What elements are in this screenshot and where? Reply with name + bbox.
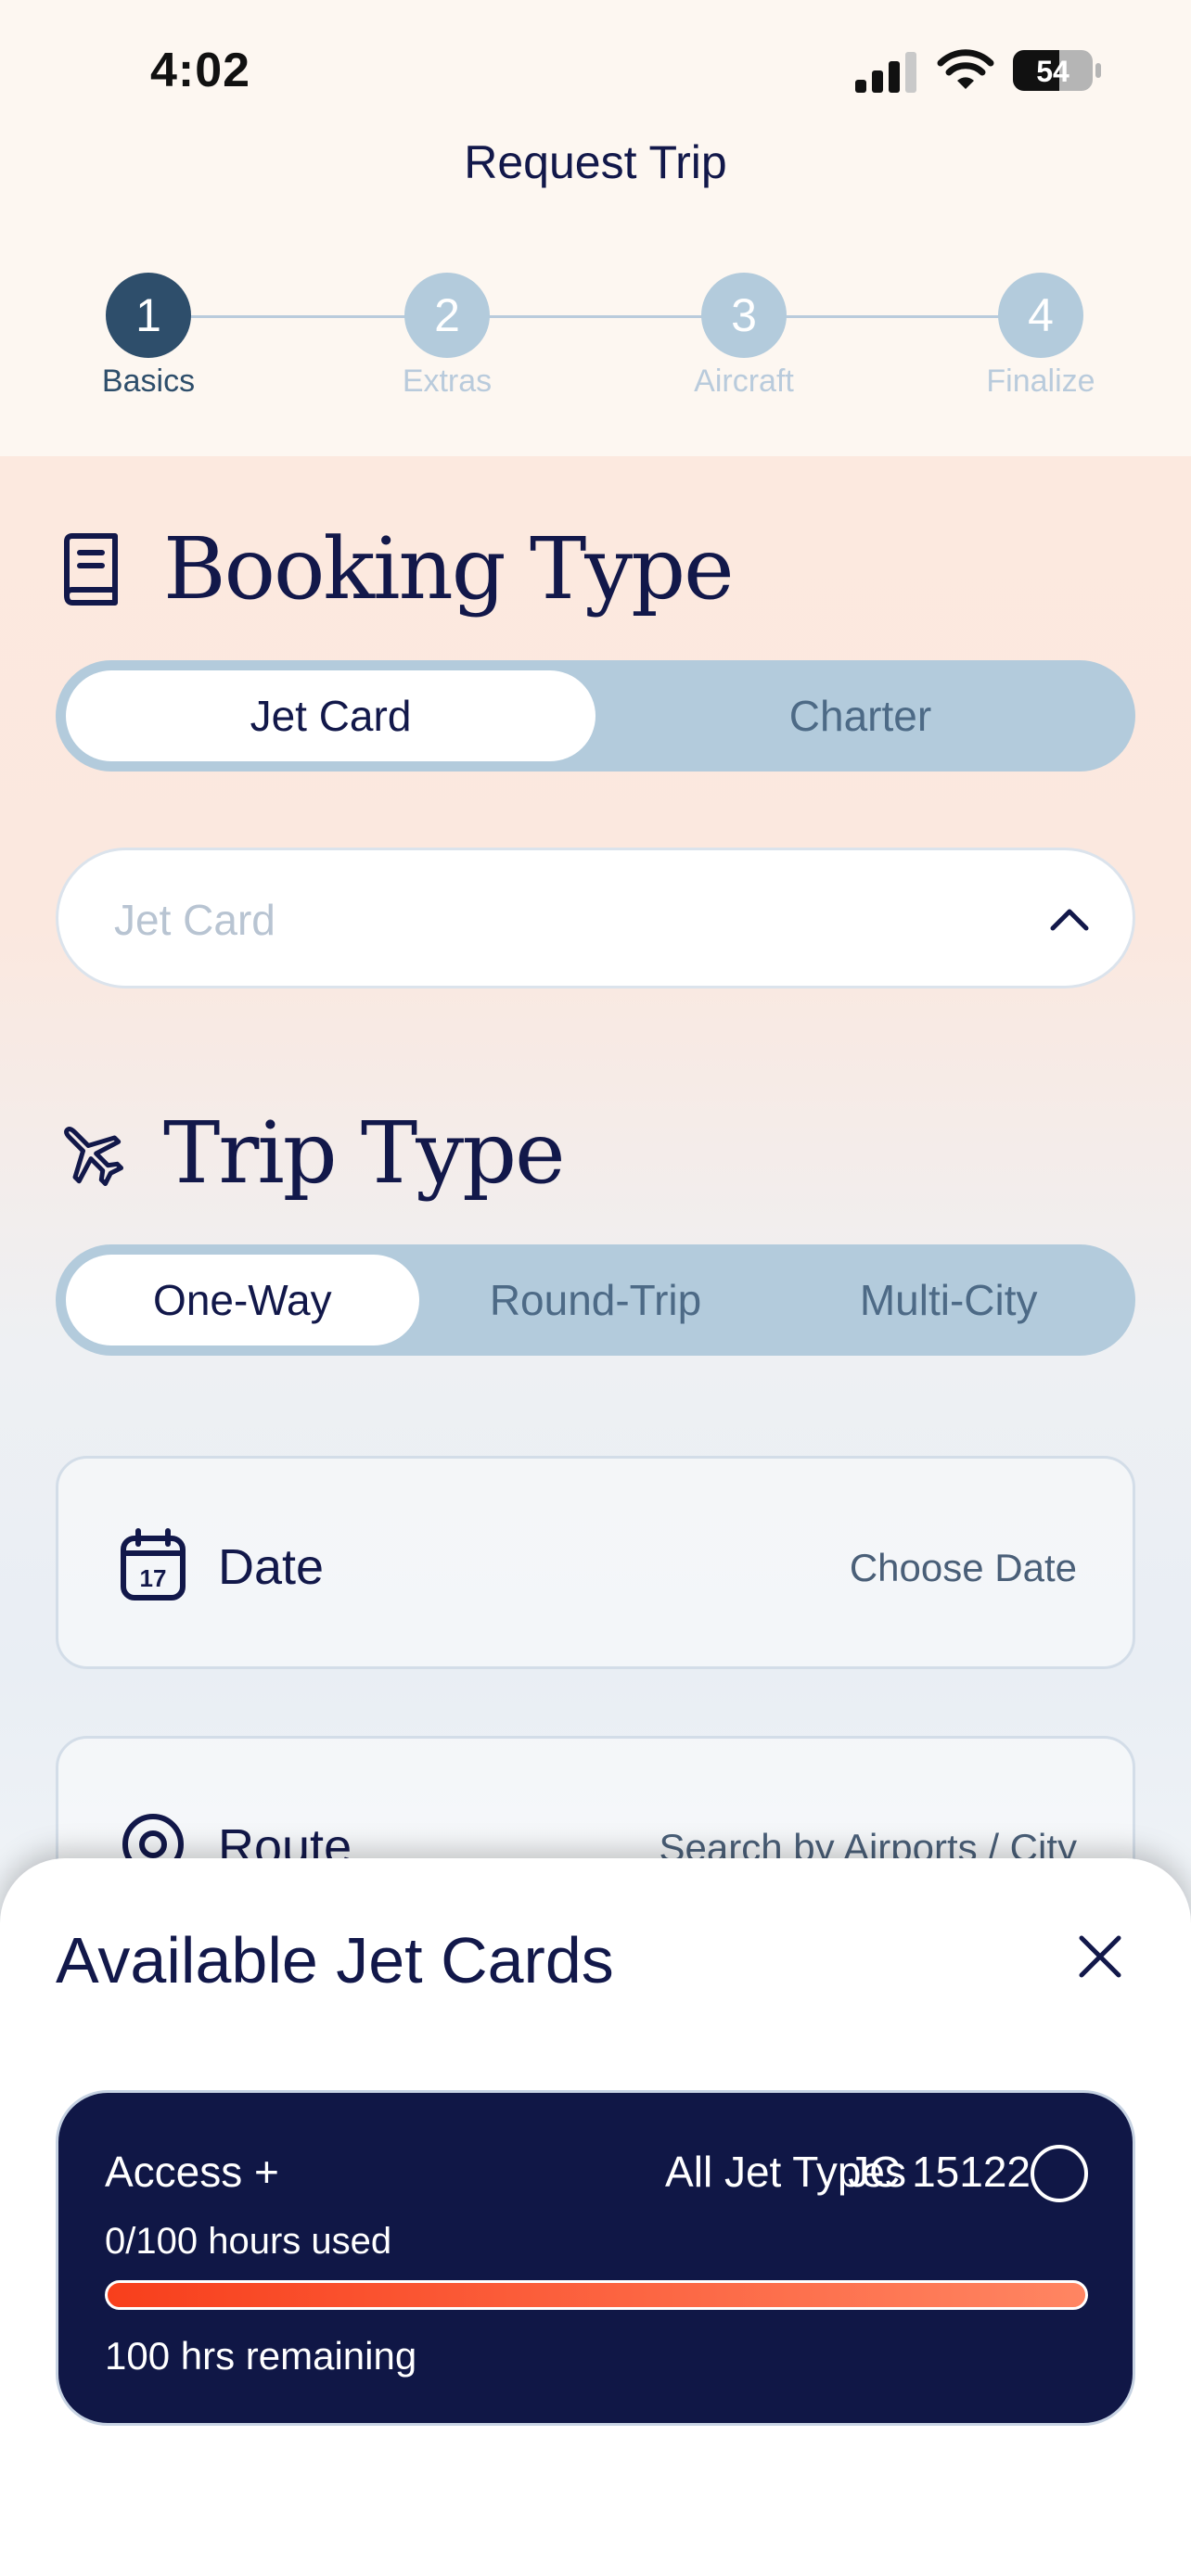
- section-title: Booking Type: [163, 519, 735, 618]
- step-label: Finalize: [986, 363, 1095, 399]
- jet-cards-sheet: Available Jet Cards Access + All Jet Typ…: [0, 1858, 1191, 2576]
- step-aircraft[interactable]: 3 Aircraft: [660, 273, 827, 400]
- segment-charter[interactable]: Charter: [596, 670, 1125, 761]
- jet-card-name: Access +: [105, 2148, 279, 2196]
- select-placeholder: Jet Card: [114, 896, 275, 944]
- trip-type-heading: Trip Type: [58, 1103, 566, 1203]
- close-icon[interactable]: [1072, 1929, 1128, 1984]
- booking-type-toggle: Jet Card Charter: [56, 660, 1135, 772]
- step-finalize[interactable]: 4 Finalize: [957, 273, 1124, 400]
- trip-type-toggle: One-Way Round-Trip Multi-City: [56, 1244, 1135, 1356]
- segment-multi-city[interactable]: Multi-City: [772, 1255, 1125, 1345]
- chevron-up-icon: [1050, 909, 1089, 931]
- step-number: 3: [701, 273, 787, 358]
- step-number: 2: [404, 273, 490, 358]
- wifi-icon: [937, 49, 994, 89]
- segment-jet-card[interactable]: Jet Card: [66, 670, 596, 761]
- hours-remaining: 100 hrs remaining: [105, 2334, 417, 2378]
- jet-card-item[interactable]: Access + All Jet Types JC 15122 0/100 ho…: [56, 2090, 1135, 2426]
- airplane-icon: [64, 1126, 124, 1186]
- status-time: 4:02: [150, 44, 251, 97]
- step-number: 4: [998, 273, 1083, 358]
- hours-progress-bar: [105, 2280, 1088, 2310]
- progress-stepper: 1 Basics 2 Extras 3 Aircraft 4 Finalize: [0, 269, 1191, 417]
- calendar-icon: 17: [121, 1528, 186, 1600]
- jet-card-select[interactable]: Jet Card: [56, 848, 1135, 988]
- step-label: Basics: [101, 363, 196, 399]
- jet-card-id: JC 15122: [848, 2148, 1031, 2196]
- step-label: Aircraft: [694, 363, 794, 399]
- svg-text:17: 17: [140, 1564, 167, 1592]
- step-number: 1: [106, 273, 191, 358]
- battery-icon: 54: [1013, 50, 1101, 91]
- step-basics[interactable]: 1 Basics: [65, 273, 232, 400]
- date-label: Date: [218, 1539, 325, 1595]
- step-label: Extras: [402, 363, 493, 399]
- sheet-title: Available Jet Cards: [56, 1924, 614, 1996]
- screen: 4:02 54 Request Trip 1 Basics 2 Extras 3…: [0, 0, 1191, 2576]
- segment-round-trip[interactable]: Round-Trip: [419, 1255, 773, 1345]
- hours-used: 0/100 hours used: [105, 2221, 392, 2262]
- date-value: Choose Date: [849, 1546, 1077, 1589]
- jet-card-radio[interactable]: [1031, 2145, 1088, 2202]
- cellular-signal-icon: [855, 52, 916, 93]
- book-icon: [64, 532, 118, 606]
- status-bar: 4:02 54: [0, 0, 1191, 139]
- booking-type-heading: Booking Type: [58, 519, 735, 618]
- page-title: Request Trip: [464, 136, 727, 188]
- section-title: Trip Type: [163, 1103, 566, 1203]
- segment-one-way[interactable]: One-Way: [66, 1255, 419, 1345]
- step-extras[interactable]: 2 Extras: [364, 273, 531, 400]
- date-row[interactable]: 17 Date Choose Date: [56, 1456, 1135, 1669]
- battery-level: 54: [1036, 55, 1069, 88]
